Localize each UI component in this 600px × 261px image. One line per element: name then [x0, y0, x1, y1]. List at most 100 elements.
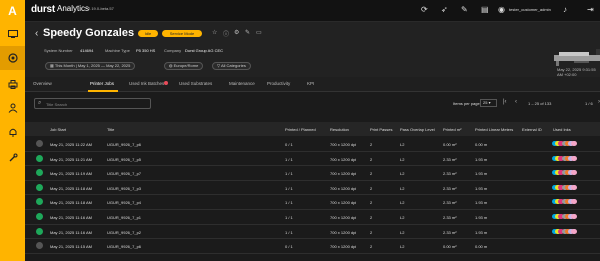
tab-productivity[interactable]: Productivity — [267, 81, 290, 86]
app-logo[interactable]: A — [0, 0, 25, 22]
col-print-passes[interactable]: Print Passes — [370, 127, 392, 132]
ink-swatch — [571, 184, 578, 190]
machine-name: Speedy Gonzales — [43, 27, 135, 39]
col-resolution[interactable]: Resolution — [330, 127, 349, 132]
items-per-page-select[interactable]: 25 ▾ — [480, 99, 497, 107]
printed-linear-meters: 1.93 m — [475, 200, 488, 206]
rocket-icon[interactable]: ➶ — [441, 5, 448, 14]
job-status-icon — [36, 169, 43, 177]
job-start: May 21, 2025 11:21 AM — [50, 156, 92, 162]
job-start: May 21, 2025 11:19 AM — [50, 171, 92, 177]
printed-linear-meters: 1.93 m — [475, 185, 488, 191]
app-version: 2.19.0-beta.57 — [88, 6, 114, 11]
last-update-timestamp: May 22, 2025 9:31:55 AM +02:00 — [557, 67, 596, 77]
book-icon[interactable]: ▤ — [481, 5, 489, 14]
table-row[interactable]: May 21, 2025 11:19 AM UGUR_9926_7_p7 1 / 1… — [25, 166, 600, 181]
refresh-icon[interactable]: ⟳ — [421, 5, 428, 14]
info-icon[interactable]: ⓘ — [223, 29, 229, 38]
table-row[interactable]: May 21, 2025 11:22 AM UGUR_9926_7_p6 0 / 1… — [25, 137, 600, 152]
printed-m2: 2.33 m² — [443, 200, 457, 206]
table-row[interactable]: May 21, 2025 11:16 AM UGUR_9926_7_p1 1 / 1… — [25, 210, 600, 225]
job-title: UGUR_9926_7_p3 — [107, 185, 142, 191]
table-row[interactable]: May 21, 2025 11:16 AM UGUR_9926_7_p2 1 / 1… — [25, 225, 600, 240]
logout-icon[interactable]: ⇥ — [587, 5, 594, 14]
col-job-start[interactable]: Job Start — [50, 127, 66, 132]
settings-icon[interactable]: ⚙ — [234, 29, 239, 36]
title-search-box[interactable]: ⌕ — [34, 98, 151, 109]
printed-planned: 1 / 1 — [285, 171, 293, 177]
ink-swatch — [571, 170, 578, 176]
job-start: May 21, 2025 11:15 AM — [50, 244, 92, 250]
job-status-icon — [36, 242, 43, 250]
back-arrow-icon[interactable]: ‹ — [35, 28, 38, 39]
tab-overview[interactable]: Overview — [33, 81, 52, 86]
first-page-icon[interactable]: |‹ — [503, 99, 507, 105]
previous-page-icon[interactable]: ‹ — [515, 99, 517, 105]
printed-linear-meters: 0.00 m — [475, 142, 488, 147]
grid-icon[interactable] — [0, 22, 25, 46]
printed-m2: 2.33 m² — [443, 185, 457, 191]
tab-printer-jobs[interactable]: Printer Jobs — [90, 81, 114, 86]
col-title[interactable]: Title — [107, 127, 114, 132]
analytics-icon[interactable] — [0, 46, 25, 70]
pass-overlap: L2 — [400, 156, 405, 162]
print-passes: 2 — [370, 200, 373, 206]
job-start: May 21, 2025 11:16 AM — [50, 215, 92, 220]
table-row[interactable]: May 21, 2025 11:21 AM UGUR_9926_7_p5 1 / 1… — [25, 152, 600, 167]
machine-type-value: P5 350 HS — [136, 48, 156, 53]
table-row[interactable]: May 21, 2025 11:18 AM UGUR_9926_7_p4 1 / 1… — [25, 195, 600, 210]
title-search-input[interactable] — [46, 101, 146, 107]
serial-label: System Number — [44, 48, 73, 53]
job-status-icon — [36, 140, 43, 147]
printed-linear-meters: 0.00 m — [475, 244, 488, 250]
machine-header: ‹ Speedy Gonzales Idle Service Mode ☆ ⓘ … — [25, 22, 600, 77]
sidebar: A — [0, 0, 25, 261]
account-icon[interactable]: ◉ — [498, 5, 505, 14]
tab-used-ink-batches[interactable]: Used Ink Batches — [129, 81, 164, 86]
pass-overlap: L2 — [400, 142, 405, 147]
page-indicator: 1 / 6 — [585, 101, 593, 106]
tab-maintenance[interactable]: Maintenance — [229, 81, 255, 86]
job-status-icon — [36, 227, 43, 235]
col-printed-m2[interactable]: Printed m² — [443, 127, 461, 132]
star-icon[interactable]: ☆ — [212, 29, 217, 36]
category-chip[interactable]: ▽ All Categories — [212, 62, 251, 70]
brand-logo[interactable]: durst — [31, 4, 55, 15]
notification-icon[interactable]: ♪ — [563, 5, 567, 14]
app-title: Analytics — [57, 4, 90, 13]
col-external-id[interactable]: External ID — [522, 127, 542, 132]
printed-m2: 0.00 m² — [443, 142, 457, 147]
printed-m2: 2.33 m² — [443, 229, 457, 235]
printed-linear-meters: 1.93 m — [475, 229, 488, 235]
machine-type-label: Machine Type — [105, 48, 130, 53]
col-used-inks[interactable]: Used Inks — [553, 127, 571, 132]
tab-kpi[interactable]: KPI — [307, 81, 314, 86]
timezone-chip[interactable]: ◍ Europe/Rome — [164, 62, 204, 70]
notification-dot — [164, 81, 168, 85]
serial-value: 414694 — [80, 48, 94, 53]
chat-icon[interactable]: ✎ — [461, 5, 468, 14]
printed-planned: 1 / 1 — [285, 185, 293, 191]
filter-bar: ⌕ Items per page 25 ▾ |‹ ‹ 1 – 25 of 133… — [25, 92, 600, 114]
screen-icon[interactable]: ▭ — [256, 29, 262, 36]
col-printed-planned[interactable]: Printed / Planned — [285, 127, 316, 132]
bell-icon[interactable] — [0, 120, 25, 144]
wrench-icon[interactable] — [0, 146, 25, 170]
ink-swatch — [571, 141, 578, 146]
job-title: UGUR_9926_7_p7 — [107, 171, 142, 177]
col-printed-linear-meters[interactable]: Printed Linear Meters — [475, 127, 513, 132]
print-passes: 2 — [370, 244, 373, 250]
pass-overlap: L2 — [400, 215, 405, 220]
printer-icon[interactable] — [0, 72, 25, 96]
edit-icon[interactable]: ✎ — [245, 29, 250, 36]
printed-m2: 0.00 m² — [443, 244, 457, 250]
col-pass-overlap-level[interactable]: Pass Overlap Level — [400, 127, 435, 132]
table-row[interactable]: May 21, 2025 11:18 AM UGUR_9926_7_p3 1 / 1… — [25, 181, 600, 196]
user-icon[interactable] — [0, 96, 25, 120]
tab-used-substrates[interactable]: Used Substrates — [179, 81, 212, 86]
resolution: 700 x 1200 dpi — [330, 215, 357, 220]
user-name[interactable]: tester_customer_admin — [509, 7, 551, 12]
date-range-chip[interactable]: ▦ This Month | May 1, 2025 — May 22, 202… — [45, 62, 136, 70]
table-row[interactable]: May 21, 2025 11:15 AM UGUR_9926_7_p6 0 / 1… — [25, 239, 600, 254]
job-status-icon — [36, 154, 43, 162]
